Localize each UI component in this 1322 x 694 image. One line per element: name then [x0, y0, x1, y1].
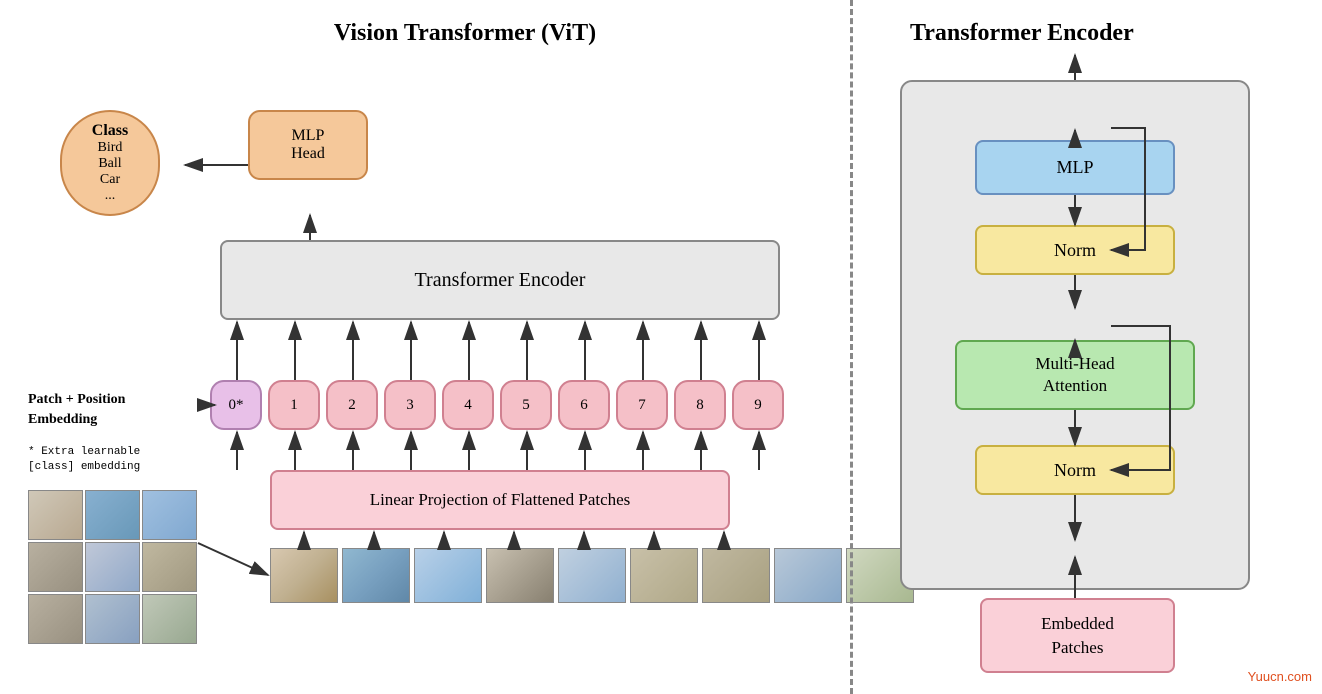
te-mlp-label: MLP [1056, 157, 1093, 178]
patch-token-9: 9 [732, 380, 784, 430]
transformer-encoder-label: Transformer Encoder [415, 269, 586, 292]
input-patch-3 [28, 542, 83, 592]
patch-img-5 [630, 548, 698, 603]
input-patch-6 [28, 594, 83, 644]
patch-token-0: 0* [210, 380, 262, 430]
class-item-more: ... [77, 188, 143, 204]
input-patch-4 [85, 542, 140, 592]
patch-img-1 [342, 548, 410, 603]
mlp-head-box: MLPHead [248, 110, 368, 180]
input-patch-8 [142, 594, 197, 644]
vit-title: Vision Transformer (ViT) [100, 20, 830, 47]
class-item-bird: Bird [77, 140, 143, 156]
class-item-ball: Ball [77, 156, 143, 172]
patch-img-0 [270, 548, 338, 603]
patch-token-7: 7 [616, 380, 668, 430]
te-section: Transformer Encoder L × + MLP Norm + Mul… [850, 0, 1322, 694]
class-output-box: Class Bird Ball Car ... [60, 110, 160, 216]
patch-token-4: 4 [442, 380, 494, 430]
patch-token-2: 2 [326, 380, 378, 430]
arrow-input-to-patches [198, 543, 268, 575]
te-mha-box: Multi-HeadAttention [955, 340, 1195, 410]
te-mlp-box: MLP [975, 140, 1175, 195]
input-patch-5 [142, 542, 197, 592]
patch-token-5: 5 [500, 380, 552, 430]
patch-img-2 [414, 548, 482, 603]
watermark: Yuucn.com [1248, 669, 1312, 684]
patch-img-4 [558, 548, 626, 603]
patch-images-row [270, 548, 914, 603]
te-norm2-box: Norm [975, 445, 1175, 495]
class-label: Class [77, 122, 143, 140]
class-item-car: Car [77, 172, 143, 188]
patch-token-1: 1 [268, 380, 320, 430]
input-patch-1 [85, 490, 140, 540]
patch-position-label: Patch + PositionEmbedding [28, 390, 125, 429]
main-container: Vision Transformer (ViT) Class Bird Ball… [0, 0, 1322, 694]
patch-token-6: 6 [558, 380, 610, 430]
embedded-patches-box: EmbeddedPatches [980, 598, 1175, 673]
patch-img-3 [486, 548, 554, 603]
patch-embeddings-row: 0* 1 2 3 4 5 6 7 8 9 [210, 380, 784, 430]
te-norm1-label: Norm [1054, 240, 1096, 261]
patch-token-3: 3 [384, 380, 436, 430]
extra-learnable-label: * Extra learnable[class] embedding [28, 445, 140, 476]
te-norm2-label: Norm [1054, 460, 1096, 481]
patch-img-7 [774, 548, 842, 603]
embedded-patches-label: EmbeddedPatches [1041, 612, 1114, 660]
te-title: Transformer Encoder [910, 20, 1292, 47]
te-norm1-box: Norm [975, 225, 1175, 275]
input-patch-2 [142, 490, 197, 540]
input-patch-0 [28, 490, 83, 540]
te-mha-label: Multi-HeadAttention [1035, 353, 1114, 397]
input-image-grid [28, 490, 197, 644]
linear-projection-box: Linear Projection of Flattened Patches [270, 470, 730, 530]
patch-token-8: 8 [674, 380, 726, 430]
patch-img-6 [702, 548, 770, 603]
linear-projection-label: Linear Projection of Flattened Patches [370, 490, 631, 510]
vit-section: Vision Transformer (ViT) Class Bird Ball… [0, 0, 850, 694]
input-patch-7 [85, 594, 140, 644]
mlp-head-label: MLPHead [291, 127, 325, 162]
transformer-encoder-main-box: Transformer Encoder [220, 240, 780, 320]
